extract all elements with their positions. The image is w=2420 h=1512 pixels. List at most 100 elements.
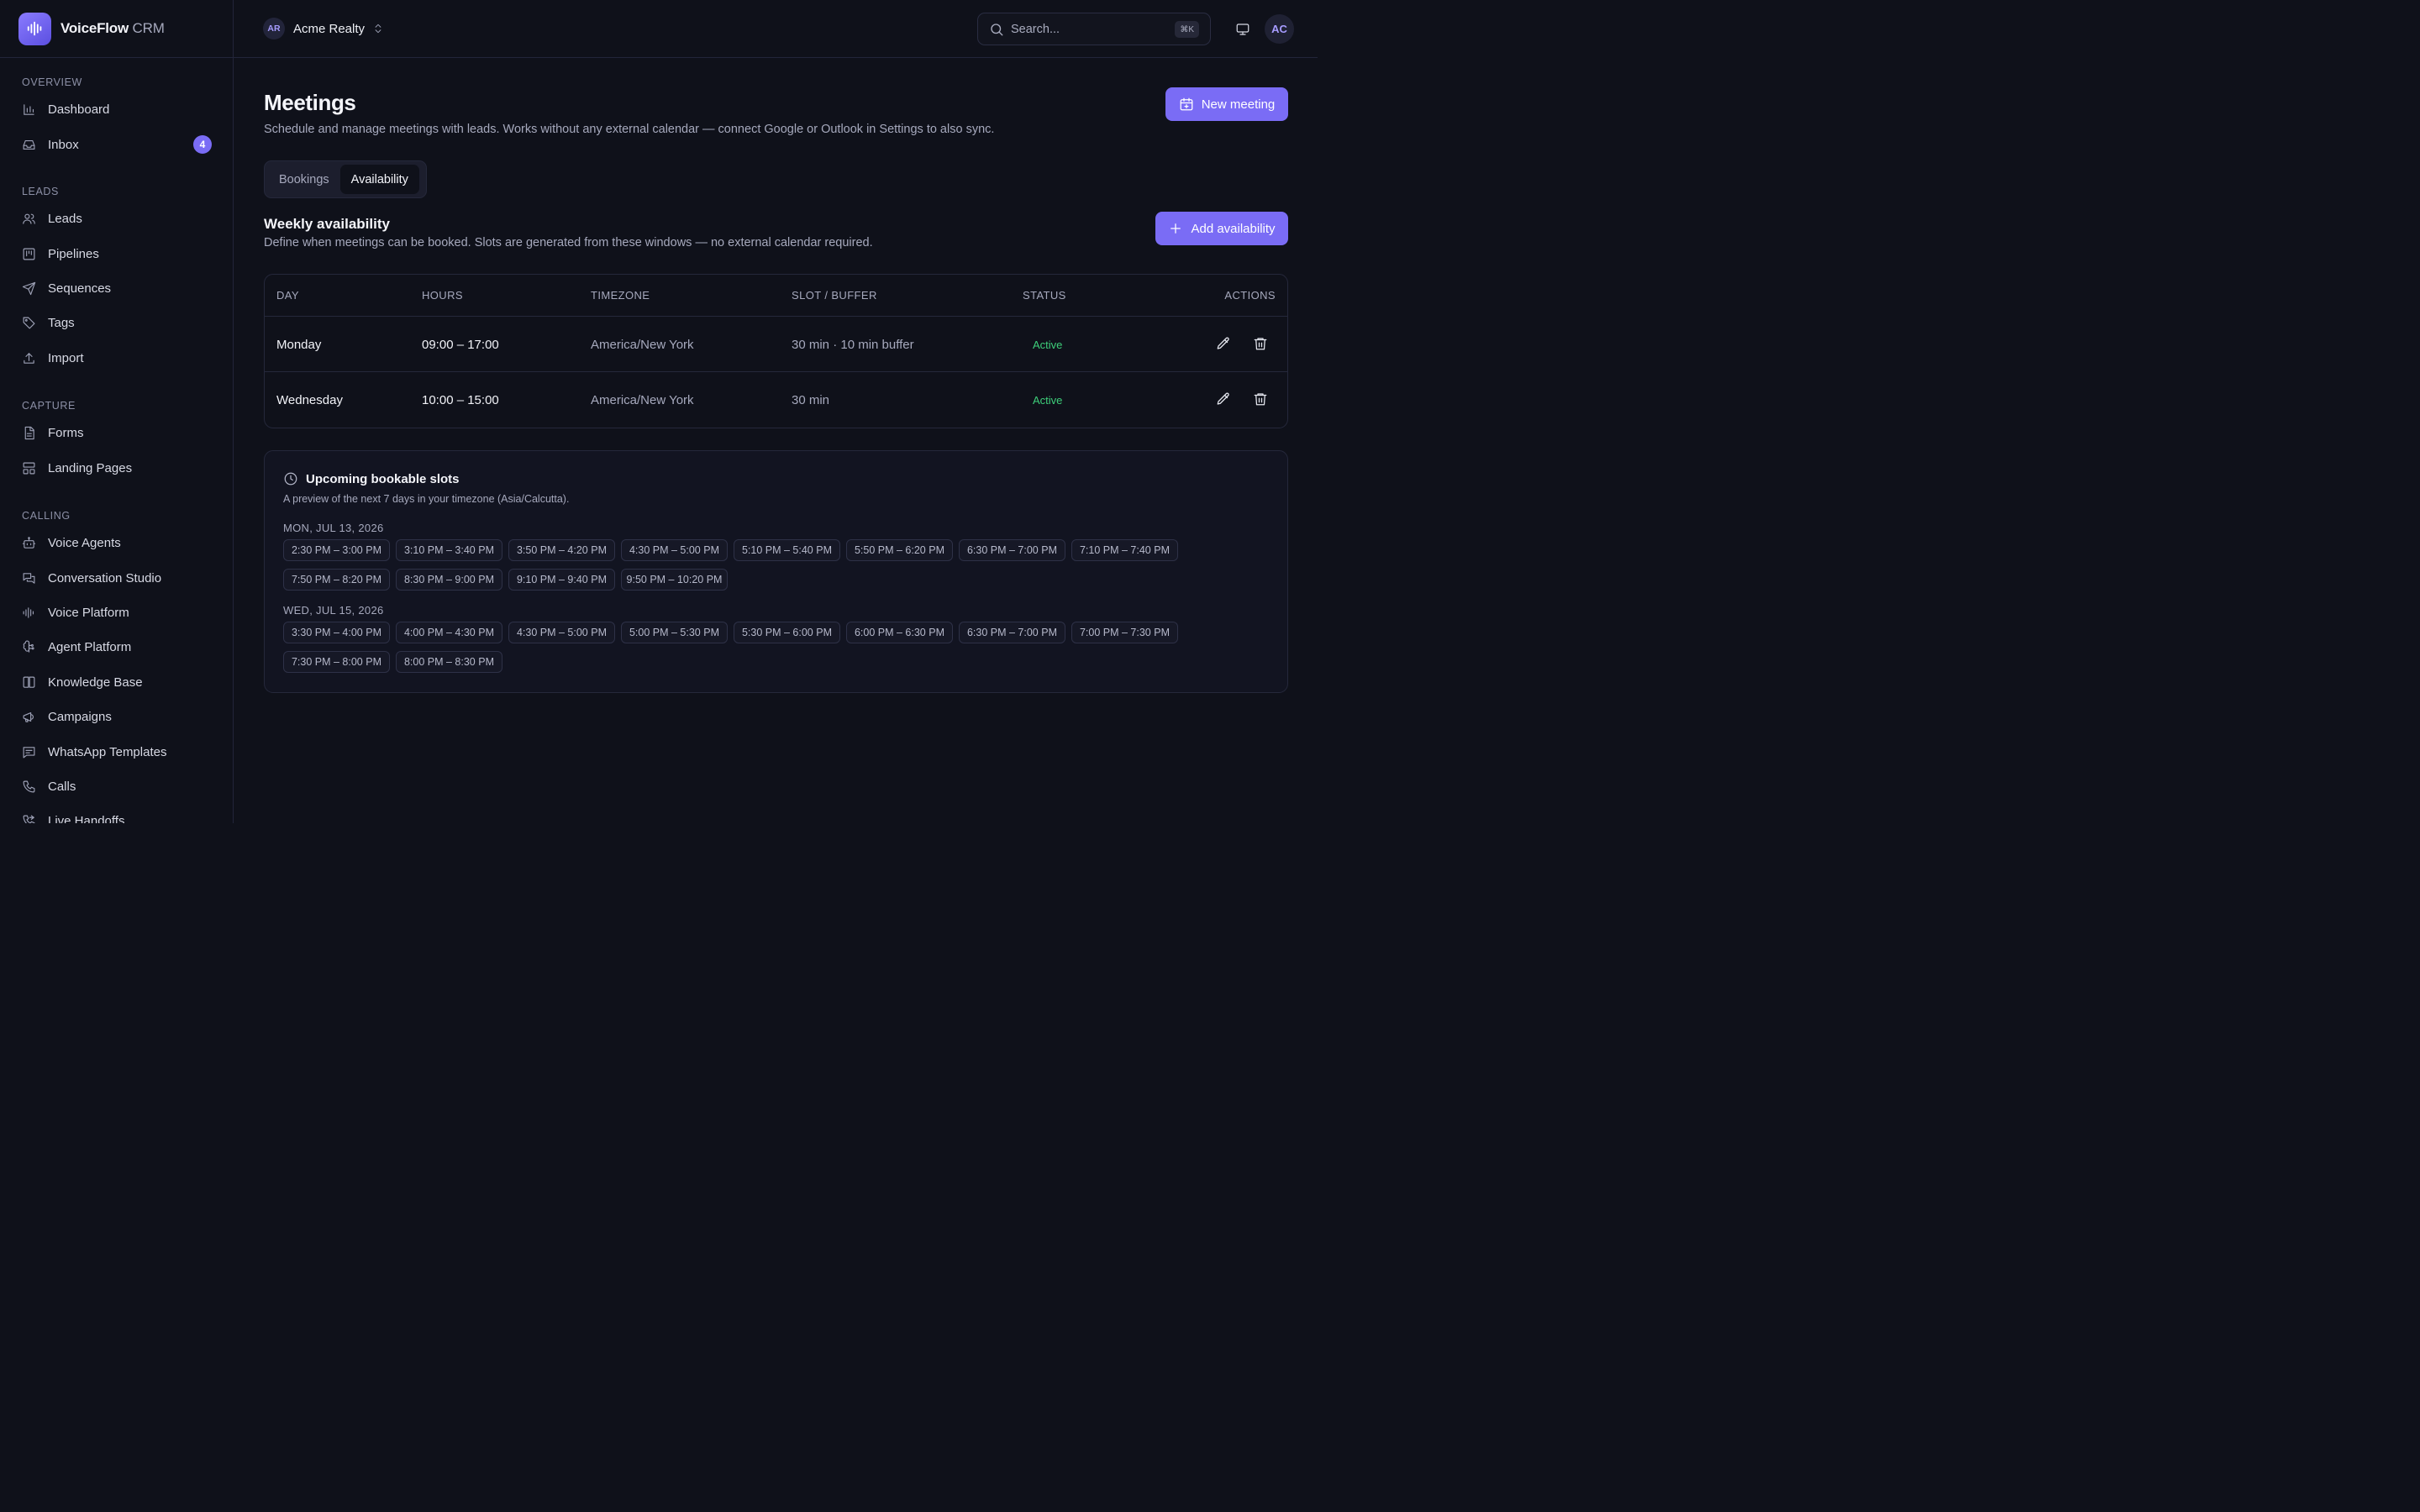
logo-waveform-icon xyxy=(18,12,51,45)
slot-chip[interactable]: 7:00 PM – 7:30 PM xyxy=(1071,622,1178,643)
edit-button[interactable] xyxy=(1216,336,1233,353)
slot-chip[interactable]: 6:30 PM – 7:00 PM xyxy=(959,539,1065,561)
status-badge: Active xyxy=(1033,393,1063,407)
slot-chip[interactable]: 4:30 PM – 5:00 PM xyxy=(508,622,615,643)
layout-icon xyxy=(23,462,35,475)
tab-bookings[interactable]: Bookings xyxy=(268,165,340,194)
send-icon xyxy=(22,281,36,296)
slot-chip[interactable]: 9:50 PM – 10:20 PM xyxy=(621,569,728,591)
phone-icon xyxy=(23,780,35,793)
slot-chip[interactable]: 4:00 PM – 4:30 PM xyxy=(396,622,502,643)
display-mode-button[interactable] xyxy=(1233,19,1253,39)
sidebar-item-label: Sequences xyxy=(48,281,112,296)
sidebar-item-import[interactable]: Import xyxy=(0,341,233,375)
table-header: DAY HOURS TIMEZONE SLOT / BUFFER STATUS … xyxy=(265,275,1287,317)
sidebar-item-label: Agent Platform xyxy=(48,640,132,655)
slot-day-label: MON, JUL 13, 2026 xyxy=(283,522,384,534)
nav-section-calling: CALLING Voice Agents Conversation Studio Vo… xyxy=(0,507,233,823)
slot-chip[interactable]: 3:30 PM – 4:00 PM xyxy=(283,622,390,643)
tab-availability[interactable]: Availability xyxy=(339,165,419,194)
brand-name-suffix: CRM xyxy=(132,20,165,36)
add-availability-label: Add availability xyxy=(1191,221,1276,236)
slot-chip[interactable]: 9:10 PM – 9:40 PM xyxy=(508,569,615,591)
slot-chip[interactable]: 5:50 PM – 6:20 PM xyxy=(846,539,953,561)
sidebar-item-knowledge-base[interactable]: Knowledge Base xyxy=(0,665,233,700)
sidebar-item-leads[interactable]: Leads xyxy=(0,202,233,236)
column-header-timezone: TIMEZONE xyxy=(591,289,650,302)
users-icon xyxy=(23,213,35,224)
weekly-availability-title: Weekly availability xyxy=(264,216,390,232)
slot-chip[interactable]: 6:00 PM – 6:30 PM xyxy=(846,622,953,643)
column-header-hours: HOURS xyxy=(422,289,463,302)
calendar-plus-icon xyxy=(1180,97,1193,111)
upcoming-slots-subtitle: A preview of the next 7 days in your tim… xyxy=(283,493,570,505)
brain-icon xyxy=(23,640,34,654)
sidebar-item-label: Calls xyxy=(48,779,76,794)
sidebar-item-voice-platform[interactable]: Voice Platform xyxy=(0,596,233,630)
sidebar-item-label: Tags xyxy=(48,316,75,331)
slot-chip[interactable]: 5:30 PM – 6:00 PM xyxy=(734,622,840,643)
sidebar-item-calls[interactable]: Calls xyxy=(0,769,233,804)
sidebar-item-inbox[interactable]: Inbox 4 xyxy=(0,127,233,161)
sidebar: VoiceFlow CRM OVERVIEW Dashboard Inbox 4 LEA… xyxy=(0,0,234,823)
slot-chip-grid: 3:30 PM – 4:00 PM 4:00 PM – 4:30 PM 4:30 P… xyxy=(283,622,1207,673)
slot-chip[interactable]: 2:30 PM – 3:00 PM xyxy=(283,539,390,561)
sidebar-item-conversation-studio[interactable]: Conversation Studio xyxy=(0,560,233,595)
sidebar-item-landing-pages[interactable]: Landing Pages xyxy=(0,450,233,485)
megaphone-icon xyxy=(23,712,34,722)
org-avatar: AR xyxy=(263,18,285,39)
search-box[interactable]: ⌘K xyxy=(977,13,1211,45)
sidebar-item-voice-agents[interactable]: Voice Agents xyxy=(0,526,233,560)
monitor-icon xyxy=(1236,24,1249,35)
slot-chip[interactable]: 4:30 PM – 5:00 PM xyxy=(621,539,728,561)
slot-buffer-cell: 30 min · 10 min buffer xyxy=(792,337,914,352)
sidebar-item-label: Forms xyxy=(48,426,84,441)
new-meeting-button[interactable]: New meeting xyxy=(1165,87,1288,121)
sidebar-item-label: Leads xyxy=(48,212,82,227)
add-availability-button[interactable]: Add availability xyxy=(1155,212,1288,245)
kanban-icon xyxy=(23,248,35,260)
sidebar-item-dashboard[interactable]: Dashboard xyxy=(0,92,233,127)
user-avatar[interactable]: AC xyxy=(1265,14,1294,44)
slot-chip[interactable]: 3:10 PM – 3:40 PM xyxy=(396,539,502,561)
slot-chip[interactable]: 8:00 PM – 8:30 PM xyxy=(396,651,502,673)
sidebar-item-live-handoffs[interactable]: Live Handoffs xyxy=(0,804,233,823)
slot-chip-grid: 2:30 PM – 3:00 PM 3:10 PM – 3:40 PM 3:50 P… xyxy=(283,539,1207,591)
sidebar-item-whatsapp-templates[interactable]: WhatsApp Templates xyxy=(0,734,233,769)
sidebar-item-pipelines[interactable]: Pipelines xyxy=(0,236,233,270)
org-name: Acme Realty xyxy=(293,21,366,36)
sidebar-item-tags[interactable]: Tags xyxy=(0,306,233,340)
sidebar-item-sequences[interactable]: Sequences xyxy=(0,271,233,306)
bar-chart-icon xyxy=(24,104,34,115)
sidebar-item-campaigns[interactable]: Campaigns xyxy=(0,700,233,734)
slot-chip[interactable]: 7:10 PM – 7:40 PM xyxy=(1071,539,1178,561)
sidebar-item-label: Pipelines xyxy=(48,246,99,261)
search-shortcut-hint: ⌘K xyxy=(1175,21,1199,38)
sidebar-item-forms[interactable]: Forms xyxy=(0,416,233,450)
search-input[interactable] xyxy=(1011,22,1162,36)
nav-section-leads: LEADS Leads Pipelines Sequences Tags Import xyxy=(0,183,233,375)
timezone-cell: America/New York xyxy=(591,392,694,407)
slot-chip[interactable]: 5:00 PM – 5:30 PM xyxy=(621,622,728,643)
pencil-icon xyxy=(1217,337,1229,349)
delete-button[interactable] xyxy=(1253,391,1270,408)
edit-button[interactable] xyxy=(1216,391,1233,408)
slot-chip[interactable]: 7:30 PM – 8:00 PM xyxy=(283,651,390,673)
sidebar-item-agent-platform[interactable]: Agent Platform xyxy=(0,630,233,664)
nav-heading: CALLING xyxy=(22,510,71,522)
day-cell: Monday xyxy=(276,337,322,352)
slot-chip[interactable]: 5:10 PM – 5:40 PM xyxy=(734,539,840,561)
slot-chip[interactable]: 3:50 PM – 4:20 PM xyxy=(508,539,615,561)
slot-chip[interactable]: 8:30 PM – 9:00 PM xyxy=(396,569,502,591)
audio-lines-icon xyxy=(23,607,34,618)
meetings-tabs: Bookings Availability xyxy=(264,160,427,198)
delete-button[interactable] xyxy=(1253,336,1270,353)
table-row: Monday 09:00 – 17:00 America/New York 30 mi… xyxy=(265,317,1287,372)
pencil-icon xyxy=(1217,392,1229,405)
slot-chip[interactable]: 7:50 PM – 8:20 PM xyxy=(283,569,390,591)
app-window: VoiceFlow CRM OVERVIEW Dashboard Inbox 4 LEA… xyxy=(0,0,1318,823)
slot-chip[interactable]: 6:30 PM – 7:00 PM xyxy=(959,622,1065,643)
sidebar-item-label: WhatsApp Templates xyxy=(48,744,167,759)
upcoming-slots-title: Upcoming bookable slots xyxy=(306,471,460,486)
org-switcher[interactable]: AR Acme Realty xyxy=(263,18,384,39)
